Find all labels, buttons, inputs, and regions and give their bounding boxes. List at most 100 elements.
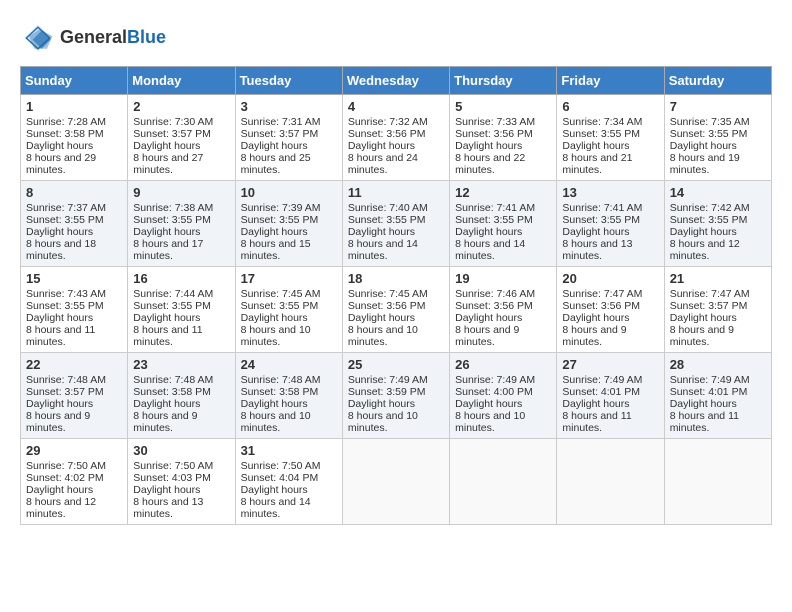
sunrise-text: Sunrise: 7:48 AM [133,374,213,386]
daylight-duration: 8 hours and 13 minutes. [562,238,632,262]
daylight-duration: 8 hours and 12 minutes. [670,238,740,262]
sunset-text: Sunset: 3:58 PM [26,128,104,140]
daylight-label: Daylight hours [455,140,522,152]
sunrise-text: Sunrise: 7:30 AM [133,116,213,128]
sunset-text: Sunset: 3:55 PM [133,300,211,312]
sunset-text: Sunset: 4:01 PM [670,386,748,398]
day-number: 27 [562,357,658,372]
daylight-label: Daylight hours [26,398,93,410]
daylight-duration: 8 hours and 14 minutes. [455,238,525,262]
calendar-cell: 31 Sunrise: 7:50 AM Sunset: 4:04 PM Dayl… [235,439,342,525]
header: GeneralBlue [20,20,772,56]
daylight-duration: 8 hours and 11 minutes. [562,410,631,434]
daylight-duration: 8 hours and 10 minutes. [348,324,418,348]
daylight-label: Daylight hours [241,312,308,324]
calendar-cell: 24 Sunrise: 7:48 AM Sunset: 3:58 PM Dayl… [235,353,342,439]
calendar-cell: 3 Sunrise: 7:31 AM Sunset: 3:57 PM Dayli… [235,95,342,181]
daylight-duration: 8 hours and 12 minutes. [26,496,96,520]
sunrise-text: Sunrise: 7:47 AM [670,288,750,300]
daylight-label: Daylight hours [455,226,522,238]
daylight-duration: 8 hours and 11 minutes. [670,410,739,434]
sunset-text: Sunset: 3:55 PM [562,128,640,140]
logo-blue: Blue [127,27,166,47]
daylight-label: Daylight hours [455,312,522,324]
daylight-duration: 8 hours and 9 minutes. [455,324,519,348]
sunrise-text: Sunrise: 7:49 AM [455,374,535,386]
sunrise-text: Sunrise: 7:38 AM [133,202,213,214]
daylight-label: Daylight hours [26,484,93,496]
sunset-text: Sunset: 4:04 PM [241,472,319,484]
sunrise-text: Sunrise: 7:34 AM [562,116,642,128]
sunset-text: Sunset: 3:56 PM [348,128,426,140]
sunrise-text: Sunrise: 7:35 AM [670,116,750,128]
day-number: 18 [348,271,444,286]
calendar-cell [664,439,771,525]
logo: GeneralBlue [20,20,166,56]
sunset-text: Sunset: 3:55 PM [26,214,104,226]
sunset-text: Sunset: 3:58 PM [133,386,211,398]
sunrise-text: Sunrise: 7:48 AM [26,374,106,386]
sunset-text: Sunset: 4:01 PM [562,386,640,398]
daylight-duration: 8 hours and 11 minutes. [133,324,202,348]
sunset-text: Sunset: 3:57 PM [670,300,748,312]
sunset-text: Sunset: 3:55 PM [241,300,319,312]
calendar-week-row: 1 Sunrise: 7:28 AM Sunset: 3:58 PM Dayli… [21,95,772,181]
sunrise-text: Sunrise: 7:39 AM [241,202,321,214]
day-number: 26 [455,357,551,372]
daylight-label: Daylight hours [26,312,93,324]
daylight-duration: 8 hours and 29 minutes. [26,152,96,176]
calendar-cell [450,439,557,525]
sunrise-text: Sunrise: 7:33 AM [455,116,535,128]
daylight-label: Daylight hours [133,140,200,152]
daylight-duration: 8 hours and 21 minutes. [562,152,632,176]
day-of-week-header: Thursday [450,67,557,95]
logo-text: GeneralBlue [60,28,166,48]
calendar-cell [557,439,664,525]
sunrise-text: Sunrise: 7:41 AM [455,202,535,214]
sunset-text: Sunset: 4:02 PM [26,472,104,484]
daylight-label: Daylight hours [348,312,415,324]
daylight-label: Daylight hours [348,398,415,410]
day-of-week-header: Saturday [664,67,771,95]
sunset-text: Sunset: 3:56 PM [348,300,426,312]
day-number: 9 [133,185,229,200]
daylight-duration: 8 hours and 27 minutes. [133,152,203,176]
calendar-cell: 19 Sunrise: 7:46 AM Sunset: 3:56 PM Dayl… [450,267,557,353]
calendar-week-row: 29 Sunrise: 7:50 AM Sunset: 4:02 PM Dayl… [21,439,772,525]
sunrise-text: Sunrise: 7:37 AM [26,202,106,214]
day-number: 13 [562,185,658,200]
daylight-label: Daylight hours [241,140,308,152]
daylight-label: Daylight hours [133,484,200,496]
sunset-text: Sunset: 3:58 PM [241,386,319,398]
daylight-duration: 8 hours and 14 minutes. [241,496,311,520]
daylight-label: Daylight hours [26,226,93,238]
daylight-label: Daylight hours [670,398,737,410]
day-number: 21 [670,271,766,286]
daylight-label: Daylight hours [562,312,629,324]
day-number: 12 [455,185,551,200]
logo-general: General [60,27,127,47]
daylight-duration: 8 hours and 10 minutes. [348,410,418,434]
calendar-week-row: 15 Sunrise: 7:43 AM Sunset: 3:55 PM Dayl… [21,267,772,353]
sunrise-text: Sunrise: 7:44 AM [133,288,213,300]
sunrise-text: Sunrise: 7:31 AM [241,116,321,128]
daylight-duration: 8 hours and 10 minutes. [241,410,311,434]
daylight-duration: 8 hours and 9 minutes. [562,324,626,348]
calendar-cell: 20 Sunrise: 7:47 AM Sunset: 3:56 PM Dayl… [557,267,664,353]
sunrise-text: Sunrise: 7:40 AM [348,202,428,214]
sunrise-text: Sunrise: 7:50 AM [26,460,106,472]
day-of-week-header: Tuesday [235,67,342,95]
calendar-cell: 17 Sunrise: 7:45 AM Sunset: 3:55 PM Dayl… [235,267,342,353]
day-number: 15 [26,271,122,286]
calendar-cell: 22 Sunrise: 7:48 AM Sunset: 3:57 PM Dayl… [21,353,128,439]
day-number: 22 [26,357,122,372]
calendar-cell: 13 Sunrise: 7:41 AM Sunset: 3:55 PM Dayl… [557,181,664,267]
sunset-text: Sunset: 3:55 PM [455,214,533,226]
day-number: 23 [133,357,229,372]
daylight-label: Daylight hours [241,484,308,496]
sunset-text: Sunset: 4:03 PM [133,472,211,484]
daylight-duration: 8 hours and 24 minutes. [348,152,418,176]
daylight-label: Daylight hours [348,226,415,238]
calendar-cell: 6 Sunrise: 7:34 AM Sunset: 3:55 PM Dayli… [557,95,664,181]
sunset-text: Sunset: 3:56 PM [455,128,533,140]
